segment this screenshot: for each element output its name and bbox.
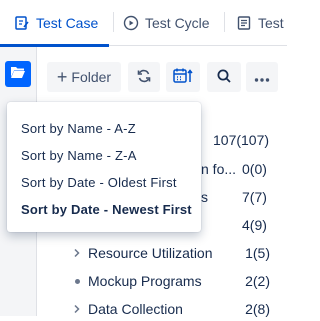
sort-option-name-a-z[interactable]: Sort by Name - A-Z (21, 121, 136, 136)
folder-toggle-button[interactable] (5, 61, 31, 87)
tree-row-partial-label: n fo... (201, 161, 237, 177)
tree-row-count: 4(9) (242, 217, 267, 233)
tree-row-count: 107(107) (213, 132, 270, 148)
more-icon (254, 69, 270, 85)
tree-row-data-collection[interactable]: Data Collection 2(8) (70, 297, 270, 321)
refresh-icon (136, 68, 152, 87)
sort-option-name-z-a[interactable]: Sort by Name - Z-A (21, 148, 137, 163)
tab-test-cycle-label: Test Cycle (145, 15, 210, 31)
search-icon (216, 68, 232, 87)
tree-row-label: Resource Utilization (88, 245, 213, 261)
tree-row-resource-utilization[interactable]: Resource Utilization 1(5) (70, 241, 270, 265)
test-cycle-icon (123, 15, 139, 31)
refresh-button[interactable] (128, 62, 160, 92)
tab-test-plan[interactable]: Test (236, 0, 284, 46)
tree-row-count: 2(8) (245, 301, 270, 317)
tab-test-case-label: Test Case (36, 15, 99, 31)
tab-bar: Test Case Test Cycle Test (0, 0, 287, 47)
search-button[interactable] (207, 62, 241, 92)
chevron-right-icon[interactable] (70, 304, 84, 314)
tab-test-cycle[interactable]: Test Cycle (123, 0, 210, 46)
tree-row-label: Data Collection (88, 301, 183, 317)
chevron-right-icon[interactable] (70, 248, 84, 258)
test-plan-icon (236, 15, 252, 31)
tree-row-mockup-programs[interactable]: Mockup Programs 2(2) (70, 269, 270, 293)
tree-row-label: Mockup Programs (88, 273, 202, 289)
tree-row-count: 0(0) (242, 161, 267, 177)
sort-option-date-newest[interactable]: Sort by Date - Newest First (21, 202, 192, 217)
tree-row-count: 7(7) (242, 189, 267, 205)
tab-test-case[interactable]: Test Case (14, 0, 98, 46)
more-actions-button[interactable] (246, 62, 278, 92)
sort-option-date-oldest[interactable]: Sort by Date - Oldest First (21, 175, 177, 190)
tree-row-count: 2(2) (245, 273, 270, 289)
folder-open-icon (10, 65, 26, 84)
tab-test-plan-label: Test (258, 15, 284, 31)
add-folder-label: Folder (71, 69, 112, 85)
calendar-sort-icon (173, 67, 193, 88)
tree-row-count: 1(5) (245, 245, 270, 261)
sort-button[interactable] (166, 62, 200, 92)
sort-menu: Sort by Name - A-Z Sort by Name - Z-A So… (7, 102, 201, 232)
tree-row-partial-label: s (201, 189, 208, 205)
plus-icon: + (56, 67, 68, 87)
add-folder-button[interactable]: + Folder (47, 62, 121, 92)
bullet-icon (70, 278, 84, 284)
test-case-icon (14, 15, 30, 31)
